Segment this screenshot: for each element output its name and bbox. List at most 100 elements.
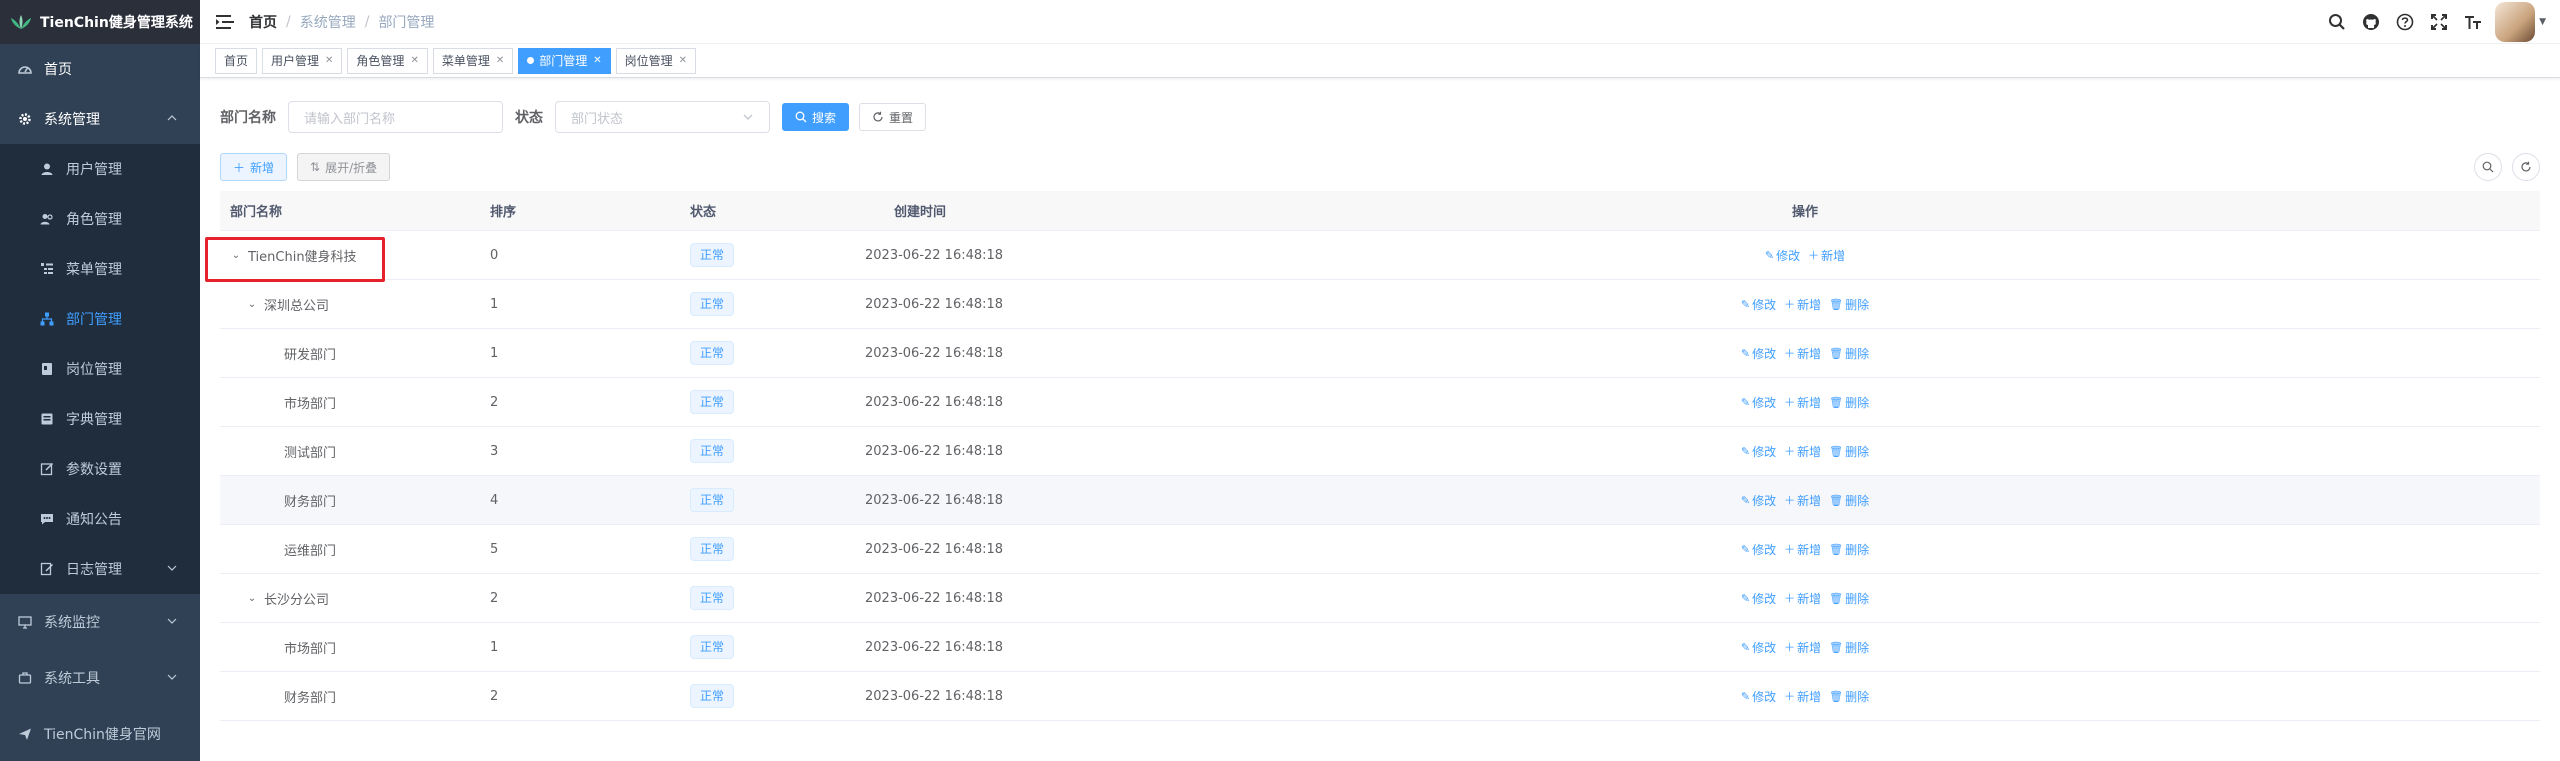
tag-home[interactable]: 首页 bbox=[215, 47, 258, 74]
add-child-button[interactable]: ＋新增 bbox=[1784, 639, 1821, 656]
dept-name: 运维部门 bbox=[284, 543, 337, 559]
dept-name-input[interactable]: 请输入部门名称 bbox=[288, 101, 503, 133]
sidebar-item-label: 参数设置 bbox=[66, 462, 122, 478]
sidebar-item-dept[interactable]: 部门管理 bbox=[0, 294, 200, 344]
tag-label: 首页 bbox=[224, 53, 249, 68]
sidebar-item-post[interactable]: 岗位管理 bbox=[0, 344, 200, 394]
edit-button[interactable]: ✎ 修改 bbox=[1741, 345, 1776, 362]
avatar[interactable] bbox=[2495, 2, 2536, 42]
tag-post[interactable]: 岗位管理 ✕ bbox=[615, 47, 697, 74]
table-row: 研发部门 1 正常 2023-06-22 16:48:18 ✎ 修改 ＋新增 🗑 删… bbox=[220, 329, 2540, 378]
add-button[interactable]: ＋ 新增 bbox=[220, 153, 288, 181]
fullscreen-icon[interactable] bbox=[2429, 12, 2449, 32]
chevron-down-icon[interactable]: ⌄ bbox=[246, 593, 258, 604]
caret-down-icon[interactable]: ▼ bbox=[2539, 17, 2546, 27]
edit-button[interactable]: ✎ 修改 bbox=[1741, 296, 1776, 313]
delete-button[interactable]: 🗑 删除 bbox=[1829, 639, 1869, 656]
ops-cell: ✎ 修改 ＋新增 🗑 删除 bbox=[1070, 394, 2540, 411]
hamburger-icon[interactable] bbox=[215, 12, 235, 32]
close-icon[interactable]: ✕ bbox=[325, 49, 333, 73]
add-child-button[interactable]: ＋新增 bbox=[1784, 688, 1821, 705]
dept-name-label: 部门名称 bbox=[220, 110, 276, 126]
status-select[interactable]: 部门状态 bbox=[555, 101, 770, 133]
sidebar-item-log[interactable]: 日志管理 bbox=[0, 544, 200, 594]
op-label: 新增 bbox=[1797, 395, 1822, 410]
delete-button[interactable]: 🗑 删除 bbox=[1829, 541, 1869, 558]
add-child-button[interactable]: ＋新增 bbox=[1784, 443, 1821, 460]
sidebar-item-tool[interactable]: 系统工具 bbox=[0, 650, 200, 706]
delete-button[interactable]: 🗑 删除 bbox=[1829, 492, 1869, 509]
sidebar-item-system[interactable]: 系统管理 bbox=[0, 94, 200, 144]
add-child-button[interactable]: ＋新增 bbox=[1784, 590, 1821, 607]
sidebar-item-config[interactable]: 参数设置 bbox=[0, 444, 200, 494]
sidebar-item-notice[interactable]: 通知公告 bbox=[0, 494, 200, 544]
delete-button[interactable]: 🗑 删除 bbox=[1829, 296, 1869, 313]
sidebar-item-dict[interactable]: 字典管理 bbox=[0, 394, 200, 444]
add-child-button[interactable]: ＋新增 bbox=[1784, 394, 1821, 411]
tag-user[interactable]: 用户管理 ✕ bbox=[262, 47, 343, 74]
sidebar-item-monitor[interactable]: 系统监控 bbox=[0, 594, 200, 650]
edit-icon: ✎ bbox=[1740, 346, 1751, 360]
edit-icon: ✎ bbox=[1740, 591, 1751, 605]
sidebar-item-menu[interactable]: 菜单管理 bbox=[0, 244, 200, 294]
op-label: 新增 bbox=[1797, 297, 1822, 312]
logo[interactable]: TienChin健身管理系统 bbox=[0, 0, 200, 44]
edit-button[interactable]: ✎ 修改 bbox=[1741, 394, 1776, 411]
plus-icon: ＋ bbox=[1784, 347, 1796, 360]
edit-button[interactable]: ✎ 修改 bbox=[1741, 639, 1776, 656]
plus-icon: ＋ bbox=[1784, 641, 1796, 654]
refresh-button[interactable] bbox=[2512, 153, 2540, 181]
ops-cell: ✎ 修改 ＋新增 🗑 删除 bbox=[1070, 688, 2540, 705]
delete-button[interactable]: 🗑 删除 bbox=[1829, 443, 1869, 460]
reset-button[interactable]: 重置 bbox=[859, 103, 927, 131]
help-icon[interactable] bbox=[2395, 12, 2415, 32]
add-child-button[interactable]: ＋新增 bbox=[1784, 345, 1821, 362]
sidebar-item-user[interactable]: 用户管理 bbox=[0, 144, 200, 194]
sidebar-item-role[interactable]: 角色管理 bbox=[0, 194, 200, 244]
delete-button[interactable]: 🗑 删除 bbox=[1829, 688, 1869, 705]
edit-button[interactable]: ✎ 修改 bbox=[1765, 247, 1800, 264]
tag-menu[interactable]: 菜单管理 ✕ bbox=[432, 47, 514, 74]
add-child-button[interactable]: ＋新增 bbox=[1784, 296, 1821, 313]
op-label: 删除 bbox=[1845, 493, 1870, 508]
search-form: 部门名称 请输入部门名称 状态 部门状态 搜索 重置 bbox=[220, 101, 2540, 133]
sidebar-item-website[interactable]: TienChin健身官网 bbox=[0, 706, 200, 761]
edit-button[interactable]: ✎ 修改 bbox=[1741, 590, 1776, 607]
chevron-down-icon[interactable]: ⌄ bbox=[230, 250, 242, 261]
edit-button[interactable]: ✎ 修改 bbox=[1741, 688, 1776, 705]
tag-role[interactable]: 角色管理 ✕ bbox=[347, 47, 428, 74]
edit-icon: ✎ bbox=[1740, 689, 1751, 703]
delete-button[interactable]: 🗑 删除 bbox=[1829, 394, 1869, 411]
add-child-button[interactable]: ＋新增 bbox=[1784, 492, 1821, 509]
close-icon[interactable]: ✕ bbox=[593, 49, 601, 73]
post-icon bbox=[40, 362, 54, 376]
sort-cell: 0 bbox=[490, 247, 499, 263]
search-icon[interactable] bbox=[2327, 12, 2347, 32]
edit-button[interactable]: ✎ 修改 bbox=[1741, 541, 1776, 558]
expand-collapse-button[interactable]: ⇅ 展开/折叠 bbox=[297, 153, 391, 181]
add-child-button[interactable]: ＋新增 bbox=[1808, 247, 1845, 264]
close-icon[interactable]: ✕ bbox=[410, 49, 418, 73]
sidebar-item-home[interactable]: 首页 bbox=[0, 44, 200, 94]
github-icon[interactable] bbox=[2361, 12, 2381, 32]
delete-button[interactable]: 🗑 删除 bbox=[1829, 590, 1869, 607]
table-row: 市场部门 1 正常 2023-06-22 16:48:18 ✎ 修改 ＋新增 🗑 删… bbox=[220, 623, 2540, 672]
chevron-down-icon[interactable]: ⌄ bbox=[246, 299, 258, 310]
edit-button[interactable]: ✎ 修改 bbox=[1741, 492, 1776, 509]
delete-button[interactable]: 🗑 删除 bbox=[1829, 345, 1869, 362]
edit-button[interactable]: ✎ 修改 bbox=[1741, 443, 1776, 460]
op-label: 修改 bbox=[1752, 640, 1777, 655]
toggle-search-button[interactable] bbox=[2474, 153, 2502, 181]
create-time-cell: 2023-06-22 16:48:18 bbox=[865, 492, 1004, 508]
create-time-cell: 2023-06-22 16:48:18 bbox=[865, 296, 1004, 312]
close-icon[interactable]: ✕ bbox=[679, 49, 687, 73]
status-badge: 正常 bbox=[690, 243, 735, 267]
close-icon[interactable]: ✕ bbox=[496, 49, 504, 73]
breadcrumb-item[interactable]: 首页 bbox=[249, 12, 277, 32]
font-size-icon[interactable] bbox=[2463, 12, 2483, 32]
ops-cell: ✎ 修改 ＋新增 🗑 删除 bbox=[1070, 443, 2540, 460]
search-button[interactable]: 搜索 bbox=[782, 103, 850, 131]
add-child-button[interactable]: ＋新增 bbox=[1784, 541, 1821, 558]
tag-dept[interactable]: 部门管理 ✕ bbox=[518, 47, 611, 74]
op-label: 修改 bbox=[1752, 395, 1777, 410]
